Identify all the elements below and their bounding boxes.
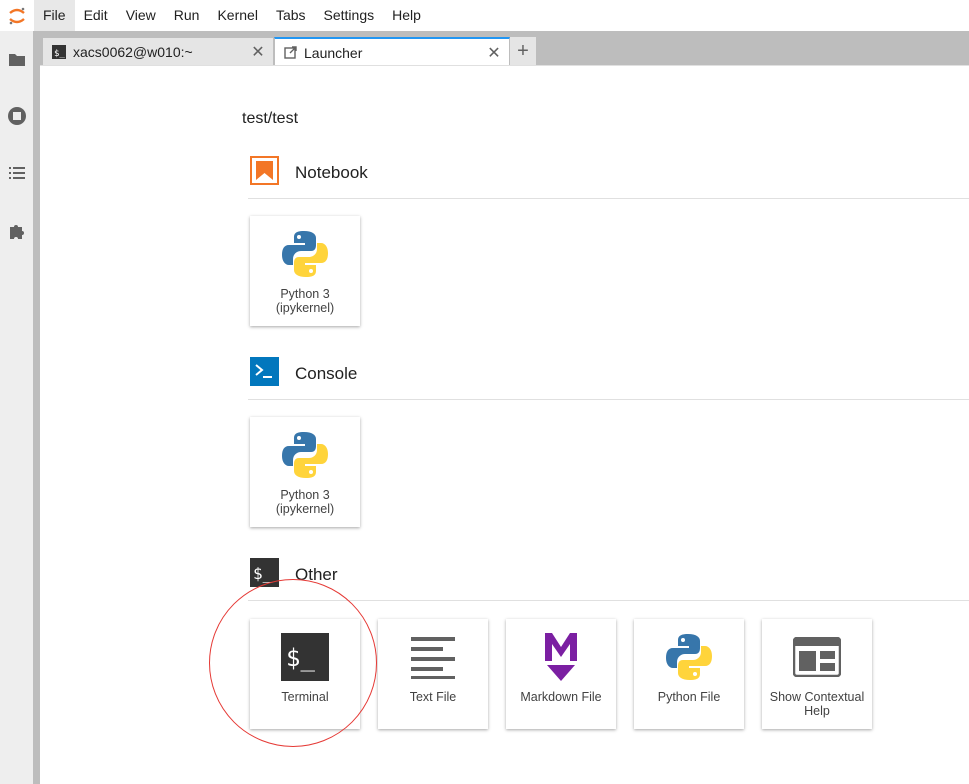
section-divider [248, 600, 969, 601]
card-contextual-help[interactable]: Show Contextual Help [762, 619, 872, 729]
console-icon [250, 357, 279, 391]
menu-bar: File Edit View Run Kernel Tabs Settings … [0, 0, 969, 31]
tab-bar: $_ xacs0062@w010:~ ✕ Launcher ✕ + [40, 31, 969, 66]
close-icon[interactable]: ✕ [483, 43, 505, 63]
section-other: $_ Other [250, 558, 338, 592]
card-label: Show Contextual Help [769, 690, 865, 718]
card-python-file[interactable]: Python File [634, 619, 744, 729]
python-logo-icon [664, 631, 714, 683]
menu-edit[interactable]: Edit [75, 0, 117, 31]
contextual-help-icon [793, 631, 841, 683]
sidebar-divider [33, 31, 40, 784]
menu-run[interactable]: Run [165, 0, 209, 31]
left-sidebar [0, 31, 33, 784]
menu-tabs[interactable]: Tabs [267, 0, 315, 31]
svg-text:$_: $_ [286, 644, 315, 672]
tab-terminal-label: xacs0062@w010:~ [73, 43, 193, 60]
tab-launcher[interactable]: Launcher ✕ [274, 37, 510, 66]
section-console-title: Console [295, 364, 358, 383]
python-logo-icon [280, 228, 330, 280]
markdown-icon [543, 631, 579, 683]
menu-settings[interactable]: Settings [315, 0, 384, 31]
extension-icon[interactable] [0, 211, 33, 251]
python-logo-icon [280, 429, 330, 481]
terminal-icon: $_ [52, 44, 66, 59]
tab-terminal[interactable]: $_ xacs0062@w010:~ ✕ [42, 37, 274, 65]
menu-view[interactable]: View [117, 0, 165, 31]
table-of-contents-icon[interactable] [0, 153, 33, 193]
menu-help[interactable]: Help [383, 0, 430, 31]
tab-content-top [40, 65, 969, 73]
card-label: Terminal [281, 690, 329, 704]
section-console: Console [250, 357, 358, 391]
card-console-python3[interactable]: Python 3 (ipykernel) [250, 417, 360, 527]
jupyter-logo-icon[interactable] [0, 0, 34, 31]
text-file-icon [411, 631, 455, 683]
running-kernels-icon[interactable] [0, 96, 33, 136]
section-notebook-title: Notebook [295, 163, 368, 182]
card-label: Markdown File [520, 690, 602, 704]
card-label: Python 3 (ipykernel) [275, 287, 335, 315]
notebook-icon [250, 156, 279, 190]
terminal-icon: $_ [281, 631, 329, 683]
section-divider [248, 399, 969, 400]
card-markdown-file[interactable]: Markdown File [506, 619, 616, 729]
launcher-icon [284, 46, 297, 59]
card-notebook-python3[interactable]: Python 3 (ipykernel) [250, 216, 360, 326]
card-text-file[interactable]: Text File [378, 619, 488, 729]
section-notebook: Notebook [250, 156, 368, 190]
section-other-title: Other [295, 565, 338, 584]
card-label: Python 3 (ipykernel) [275, 488, 335, 516]
card-label: Text File [409, 690, 457, 704]
section-divider [248, 198, 969, 199]
svg-text:$_: $_ [253, 564, 273, 583]
folder-icon[interactable] [0, 39, 33, 79]
card-label: Python File [657, 690, 721, 704]
tab-launcher-label: Launcher [304, 44, 363, 61]
card-terminal[interactable]: $_ Terminal [250, 619, 360, 729]
launcher-cwd: test/test [242, 110, 299, 127]
terminal-icon: $_ [250, 558, 279, 592]
svg-text:$_: $_ [54, 49, 65, 59]
menu-kernel[interactable]: Kernel [208, 0, 266, 31]
close-icon[interactable]: ✕ [247, 42, 269, 62]
add-tab-button[interactable]: + [510, 37, 536, 65]
menu-file[interactable]: File [34, 0, 75, 31]
